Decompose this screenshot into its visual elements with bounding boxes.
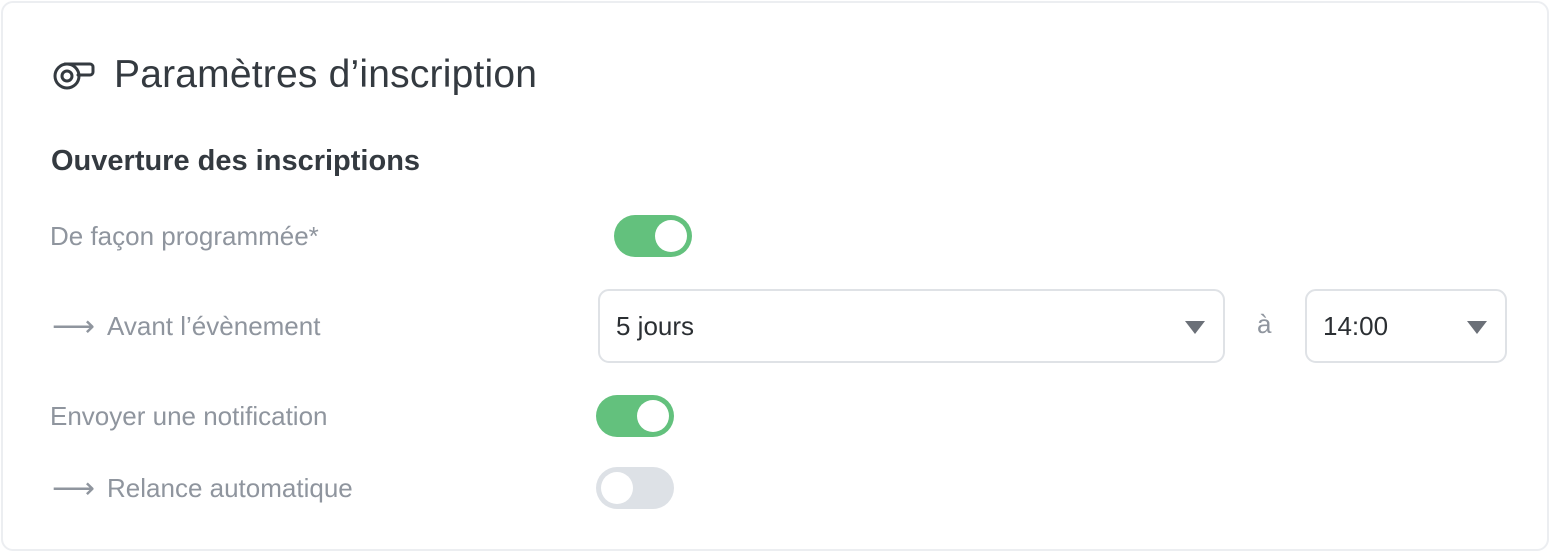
toggle-knob <box>655 220 687 252</box>
time-value: 14:00 <box>1323 310 1389 341</box>
toggle-knob <box>601 472 633 504</box>
duration-select[interactable]: 5 jours <box>598 289 1225 363</box>
arrow-right-icon: ⟶ <box>52 472 96 505</box>
before-event-label-row: ⟶ Avant l’évènement <box>52 309 320 344</box>
time-separator: à <box>1257 309 1272 339</box>
time-select[interactable]: 14:00 <box>1305 289 1507 363</box>
section-title: Ouverture des inscriptions <box>51 145 421 177</box>
registration-settings-card: Paramètres d’inscription Ouverture des i… <box>1 1 1549 551</box>
card-title: Paramètres d’inscription <box>114 53 538 96</box>
notification-toggle[interactable] <box>596 395 674 437</box>
reminder-label: Relance automatique <box>107 473 353 503</box>
before-event-label: Avant l’évènement <box>107 311 321 341</box>
arrow-right-icon: ⟶ <box>52 310 96 343</box>
notification-label: Envoyer une notification <box>50 401 328 431</box>
reminder-toggle[interactable] <box>596 467 674 509</box>
scheduled-label: De façon programmée* <box>50 221 319 251</box>
reminder-label-row: ⟶ Relance automatique <box>52 471 353 506</box>
toggle-knob <box>637 400 669 432</box>
caret-down-icon <box>1185 321 1205 334</box>
card-header: Paramètres d’inscription <box>52 51 537 99</box>
caret-down-icon <box>1467 321 1487 334</box>
scheduled-toggle[interactable] <box>614 215 692 257</box>
duration-value: 5 jours <box>616 310 695 341</box>
ticket-icon <box>52 59 96 91</box>
